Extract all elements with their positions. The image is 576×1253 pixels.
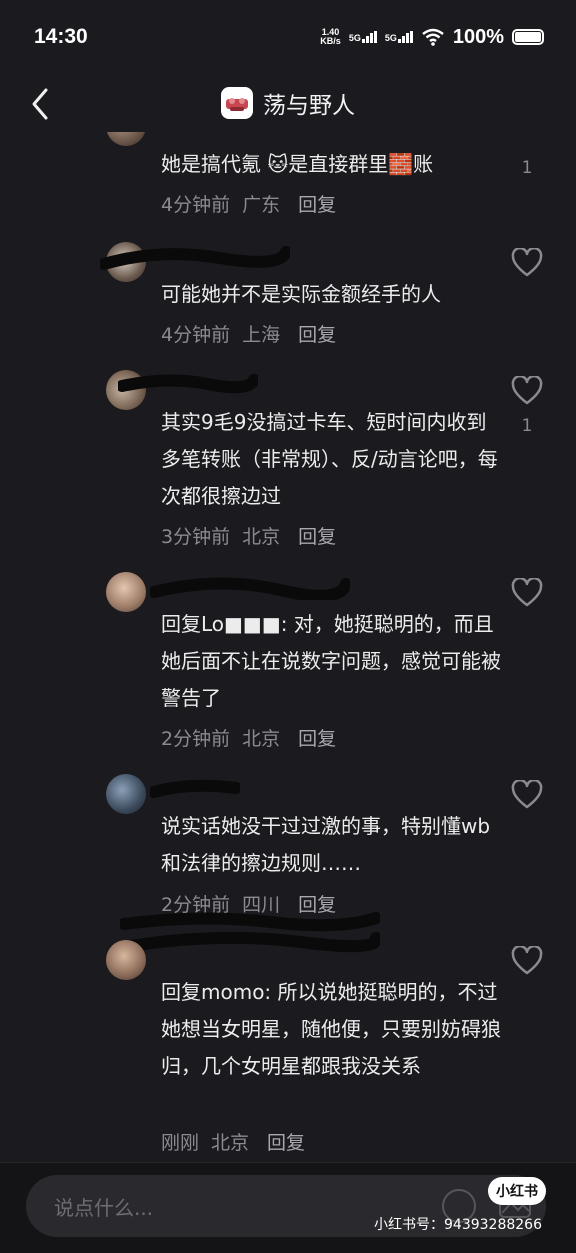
- signal-1-label: 5G: [348, 33, 361, 43]
- comment-location: 北京: [211, 1132, 250, 1154]
- redaction-scribble: [150, 577, 350, 600]
- speed-unit: KB/s: [320, 36, 341, 46]
- comment-meta: 4分钟前 广东 回复: [161, 190, 336, 217]
- comment-meta: 刚刚 北京 回复: [161, 1128, 305, 1155]
- status-icons: 1.40 KB/s 5G 5G 100%: [320, 26, 544, 49]
- comment-text: 她是搞代氪 🐱是直接群里🧱账: [161, 152, 434, 176]
- heart-icon[interactable]: [511, 376, 543, 406]
- avatar[interactable]: [106, 572, 146, 612]
- header: 荡与野人: [0, 74, 576, 132]
- comment-location: 北京: [242, 526, 281, 548]
- comment-meta: 2分钟前 北京 回复: [161, 724, 336, 751]
- status-bar: 14:30 1.40 KB/s 5G 5G 100%: [0, 0, 576, 74]
- comment-time: 4分钟前: [161, 324, 231, 346]
- network-speed: 1.40 KB/s: [320, 28, 341, 46]
- page-title: 荡与野人: [263, 93, 355, 119]
- comment-location: 广东: [242, 194, 281, 216]
- like-count: 1: [521, 416, 533, 436]
- battery-icon: [512, 29, 544, 45]
- avatar[interactable]: [106, 774, 146, 814]
- title-group: 荡与野人: [0, 86, 576, 120]
- signal-1-icon: 5G: [349, 31, 377, 43]
- redaction-scribble: [120, 912, 380, 953]
- heart-icon[interactable]: [511, 780, 543, 810]
- battery-percent: 100%: [452, 25, 504, 48]
- comment-meta: 4分钟前 上海 回复: [161, 320, 336, 347]
- watermark-text: 小红书号：94393288266: [374, 1217, 542, 1233]
- comment-text: 回复Lo■■■: 对，她挺聪明的，而且她后面不让在说数字问题，感觉可能被警告了: [161, 612, 501, 710]
- reply-button[interactable]: 回复: [298, 190, 336, 217]
- heart-icon[interactable]: [511, 248, 543, 278]
- xiaohongshu-logo: 小红书: [488, 1177, 546, 1205]
- redaction-scribble: [150, 779, 240, 798]
- comment-list[interactable]: 她是搞代氪 🐱是直接群里🧱账 4分钟前 广东 回复 1 可能她并不是实际金额经手…: [0, 132, 576, 1162]
- comment-time: 2分钟前: [161, 728, 231, 750]
- comment-text: 回复momo: 所以说她挺聪明的，不过她想当女明星，随他便，只要别妨碍狼归，几个…: [161, 980, 501, 1078]
- signal-2-icon: 5G: [385, 31, 413, 43]
- comment-text: 可能她并不是实际金额经手的人: [161, 282, 441, 306]
- comment-time: 3分钟前: [161, 526, 231, 548]
- comment-meta: 3分钟前 北京 回复: [161, 522, 336, 549]
- avatar[interactable]: [106, 940, 146, 980]
- comment-time: 刚刚: [161, 1132, 200, 1154]
- reply-button[interactable]: 回复: [298, 724, 336, 751]
- reply-button[interactable]: 回复: [267, 1128, 305, 1155]
- redaction-scribble: [100, 246, 290, 270]
- like-count: 1: [521, 158, 533, 178]
- reply-button[interactable]: 回复: [298, 522, 336, 549]
- heart-icon[interactable]: [511, 578, 543, 608]
- comment-text: 其实9毛9没搞过卡车、短时间内收到多笔转账（非常规）、反/动言论吧，每次都很擦边…: [161, 410, 498, 508]
- comment-text: 说实话她没干过过激的事，特别懂wb和法律的擦边规则……: [161, 814, 491, 875]
- comment-time: 4分钟前: [161, 194, 231, 216]
- wifi-icon: [422, 28, 444, 46]
- reply-button[interactable]: 回复: [298, 320, 336, 347]
- avatar[interactable]: [106, 132, 146, 146]
- comment-input-bar: 说点什么...: [0, 1162, 576, 1253]
- signal-2-label: 5G: [384, 33, 397, 43]
- heart-icon[interactable]: [511, 946, 543, 976]
- group-avatar-icon: [221, 87, 253, 119]
- comment-location: 北京: [242, 728, 281, 750]
- clock: 14:30: [34, 25, 88, 48]
- comment-location: 上海: [242, 324, 281, 346]
- redaction-scribble: [118, 374, 258, 394]
